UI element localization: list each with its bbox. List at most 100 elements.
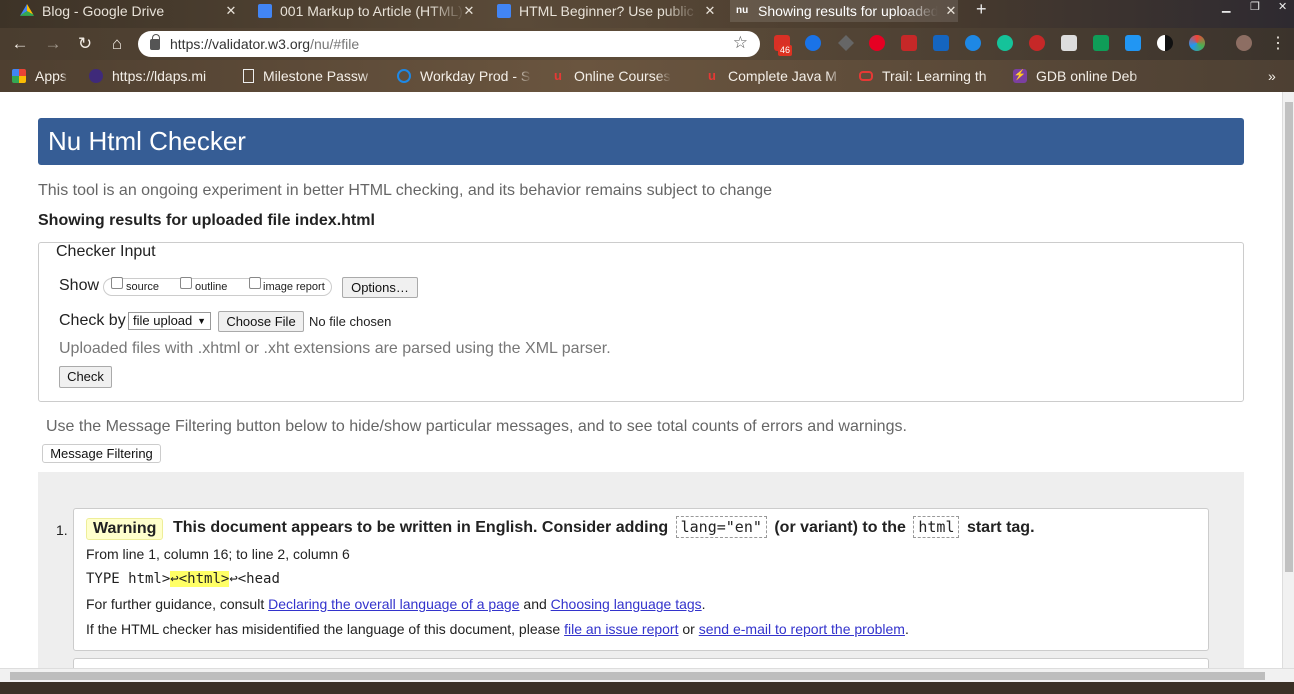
tab-html-beginner[interactable]: HTML Beginner? Use public ✕ [497, 0, 717, 22]
compass-icon[interactable] [965, 35, 981, 51]
apps-grid-icon [12, 69, 26, 83]
screen-extension-icon[interactable] [1061, 35, 1077, 51]
extract-highlight: ↩<html> [170, 571, 230, 587]
globe-icon [89, 69, 103, 83]
misid-text: If the HTML checker has misidentified th… [86, 621, 561, 637]
avatar[interactable] [1236, 35, 1252, 51]
bookmarks-bar: Apps https://ldaps.mi Milestone Passw Wo… [0, 60, 1294, 92]
vertical-scrollbar[interactable] [1282, 92, 1294, 668]
send-email-link[interactable]: send e-mail to report the problem [699, 621, 905, 637]
page-title: Nu Html Checker [38, 118, 1244, 165]
extract-text: TYPE html> [86, 571, 171, 587]
lang-code: lang="en" [675, 516, 767, 538]
adblock-icon[interactable] [1029, 35, 1045, 51]
message-filtering-button[interactable]: Message Filtering [42, 444, 161, 463]
dark-mode-icon[interactable] [1157, 35, 1173, 51]
grammarly-icon[interactable] [997, 35, 1013, 51]
file-issue-link[interactable]: file an issue report [564, 621, 678, 637]
intro-text: This tool is an ongoing experiment in be… [38, 182, 773, 199]
bookmark-milestone[interactable]: Milestone Passw [243, 68, 379, 84]
close-tab-icon[interactable]: ✕ [944, 3, 958, 19]
pocket-icon[interactable] [901, 35, 917, 51]
udemy-icon: u [708, 68, 716, 83]
close-tab-icon[interactable]: ✕ [462, 3, 476, 19]
bookmark-label: https://ldaps.mi [112, 68, 207, 84]
choose-file-button[interactable]: Choose File [218, 311, 304, 332]
workday-icon [397, 69, 411, 83]
page-viewport: Nu Html Checker This tool is an ongoing … [0, 92, 1282, 668]
bookmark-star-icon[interactable]: ☆ [733, 33, 748, 53]
choosing-tags-link[interactable]: Choosing language tags [551, 596, 702, 612]
guidance-text: For further guidance, consult [86, 596, 265, 612]
tab-title: Showing results for uploaded file [758, 3, 938, 19]
puzzle-extension-icon[interactable] [838, 35, 854, 51]
reload-icon[interactable]: ↻ [75, 34, 95, 54]
bookmarks-overflow-icon[interactable]: » [1268, 68, 1276, 84]
lock-icon [150, 33, 160, 50]
xml-parser-note: Uploaded files with .xhtml or .xht exten… [59, 340, 611, 357]
misid-text: or [682, 621, 695, 637]
check-by-select[interactable]: file upload ▼ [128, 312, 211, 330]
bookmark-ldaps[interactable]: https://ldaps.mi [89, 68, 225, 84]
message-location: From line 1, column 16; to line 2, colum… [86, 546, 350, 562]
scroll-thumb[interactable] [1285, 102, 1293, 572]
check-button[interactable]: Check [59, 366, 112, 388]
close-tab-icon[interactable]: ✕ [224, 3, 238, 19]
browser-toolbar: ← → ↻ ⌂ https://validator.w3.org/nu/#fil… [0, 28, 1294, 60]
page-icon [243, 69, 254, 83]
image-report-checkbox[interactable] [249, 277, 261, 289]
title-text: (or variant) to the [774, 519, 906, 536]
html-code: html [913, 516, 960, 538]
outline-checkbox[interactable] [180, 277, 192, 289]
guidance-text: and [523, 596, 547, 612]
tab-title: Blog - Google Drive [42, 3, 165, 19]
tab-markup-article[interactable]: 001 Markup to Article (HTML) ✕ [258, 0, 476, 22]
play-extension-icon[interactable] [805, 35, 821, 51]
bookmark-workday[interactable]: Workday Prod - S [397, 68, 532, 84]
new-tab-button[interactable]: + [976, 0, 987, 18]
bookmark-trail[interactable]: Trail: Learning th [859, 68, 1000, 84]
address-bar[interactable]: https://validator.w3.org/nu/#file ☆ [138, 31, 760, 57]
warning-badge: Warning [86, 518, 164, 540]
pinterest-icon[interactable] [869, 35, 885, 51]
bookmark-online-courses[interactable]: u Online Courses [551, 68, 671, 84]
show-label: Show [59, 277, 100, 294]
title-text: start tag. [966, 519, 1035, 536]
google-drive-icon [20, 4, 34, 16]
tab-validator[interactable]: nu Showing results for uploaded file ✕ [730, 0, 958, 22]
tab-title: 001 Markup to Article (HTML) [280, 3, 463, 19]
bookmark-gdb[interactable]: ⚡ GDB online Deb [1013, 68, 1148, 84]
gdb-icon: ⚡ [1013, 69, 1027, 83]
k-extension-icon[interactable] [933, 35, 949, 51]
bookmark-label: Complete Java M [728, 68, 837, 84]
forward-icon[interactable]: → [43, 34, 63, 54]
minimize-icon[interactable]: ▁ [1222, 0, 1230, 13]
horizontal-scrollbar[interactable] [0, 668, 1294, 682]
bookmark-label: Online Courses [574, 68, 671, 84]
check-by-value: file upload [133, 313, 193, 328]
bookmark-apps[interactable]: Apps [12, 68, 67, 84]
menu-icon[interactable]: ⋮ [1268, 34, 1288, 54]
tab-google-drive[interactable]: Blog - Google Drive ✕ [20, 0, 238, 22]
home-icon[interactable]: ⌂ [107, 34, 127, 54]
declaring-language-link[interactable]: Declaring the overall language of a page [268, 596, 519, 612]
show-options-group: source outline image report [103, 277, 332, 296]
back-icon[interactable]: ← [10, 34, 30, 54]
source-checkbox[interactable] [111, 277, 123, 289]
no-file-text: No file chosen [309, 314, 392, 329]
translate-extension-icon[interactable] [1093, 35, 1109, 51]
image-report-label: image report [263, 281, 325, 293]
color-picker-icon[interactable] [1189, 35, 1205, 51]
close-tab-icon[interactable]: ✕ [703, 3, 717, 19]
scroll-thumb[interactable] [10, 672, 1265, 680]
bookmark-complete-java[interactable]: u Complete Java M [705, 68, 844, 84]
nu-icon: nu [736, 5, 749, 16]
cloud-extension-icon[interactable] [1125, 35, 1141, 51]
bookmark-label: Workday Prod - S [420, 68, 531, 84]
source-label: source [126, 281, 160, 293]
maximize-icon[interactable]: ❐ [1250, 0, 1260, 13]
options-button[interactable]: Options… [342, 277, 418, 298]
google-docs-icon [497, 4, 511, 18]
close-window-icon[interactable]: ✕ [1278, 0, 1287, 13]
bookmark-label: GDB online Deb [1036, 68, 1138, 84]
